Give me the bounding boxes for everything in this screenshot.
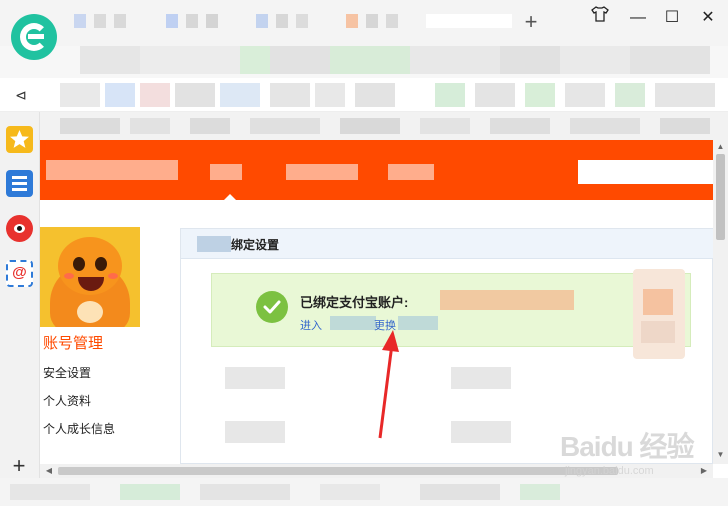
red-arrow-annotation <box>378 330 399 439</box>
new-tab-button[interactable]: + <box>520 8 542 36</box>
account-management-title: 账号管理 <box>43 335 104 352</box>
site-header <box>40 140 713 201</box>
enter-link[interactable]: 进入 <box>300 317 322 333</box>
mail-icon[interactable]: @ <box>6 260 33 287</box>
weibo-icon[interactable] <box>6 215 33 242</box>
nav-growth-info[interactable]: 个人成长信息 <box>43 420 115 437</box>
watermark-main: Baidu 经验 <box>560 431 695 462</box>
check-icon <box>256 291 288 323</box>
bound-account-value <box>440 290 574 310</box>
close-button[interactable]: ✕ <box>696 6 720 30</box>
blurred-row <box>225 367 285 389</box>
bookmarks-bar <box>40 112 728 140</box>
panel-header: 绑定设置 <box>181 229 713 259</box>
list-app-icon[interactable] <box>6 170 33 197</box>
favorites-star-icon[interactable] <box>6 126 33 153</box>
address-bar[interactable] <box>0 46 728 78</box>
active-nav-caret <box>223 194 237 201</box>
promo-image[interactable] <box>633 269 685 359</box>
navigation-row: ⊲ <box>0 78 728 112</box>
scroll-up-icon[interactable]: ▲ <box>713 142 728 151</box>
skin-shirt-icon[interactable] <box>588 6 612 30</box>
nav-item[interactable] <box>210 164 242 180</box>
horizontal-scroll-thumb[interactable] <box>58 467 618 475</box>
panel-title: 绑定设置 <box>231 238 280 252</box>
nav-security-settings[interactable]: 安全设置 <box>43 364 91 381</box>
baidu-jingyan-watermark: Baidu 经验 jingyan.baidu.com <box>560 425 715 485</box>
watermark-sub: jingyan.baidu.com <box>565 465 654 477</box>
blurred-row <box>451 421 511 443</box>
scroll-left-icon[interactable]: ◀ <box>42 464 56 478</box>
back-arrow-icon[interactable]: ⊲ <box>10 84 32 106</box>
tab-strip[interactable] <box>70 10 512 32</box>
search-input[interactable] <box>578 160 713 184</box>
sidebar: @ + <box>0 112 40 506</box>
nav-item[interactable] <box>388 164 434 180</box>
vertical-scroll-thumb[interactable] <box>716 154 725 240</box>
navigation-blur <box>45 78 725 112</box>
binding-status: 已绑定支付宝账户: <box>300 295 409 310</box>
nav-personal-info[interactable]: 个人资料 <box>43 392 91 409</box>
nav-item[interactable] <box>286 164 358 180</box>
minimize-button[interactable]: — <box>626 6 650 30</box>
site-logo[interactable] <box>46 160 178 180</box>
blurred-row <box>451 367 511 389</box>
address-blur <box>70 46 720 76</box>
browser-logo-icon[interactable] <box>11 14 57 60</box>
blurred-row <box>225 421 285 443</box>
panel-title-blur <box>197 236 231 252</box>
maximize-button[interactable]: ☐ <box>660 6 684 30</box>
avatar[interactable] <box>40 227 140 327</box>
add-sidebar-item-button[interactable]: + <box>7 454 31 478</box>
scroll-down-icon[interactable]: ▼ <box>713 450 728 459</box>
vertical-scrollbar[interactable]: ▲ ▼ <box>713 140 728 464</box>
title-bar: + — ☐ ✕ <box>0 0 728 46</box>
alipay-binding-box: 已绑定支付宝账户: 进入 更换 <box>211 273 691 347</box>
